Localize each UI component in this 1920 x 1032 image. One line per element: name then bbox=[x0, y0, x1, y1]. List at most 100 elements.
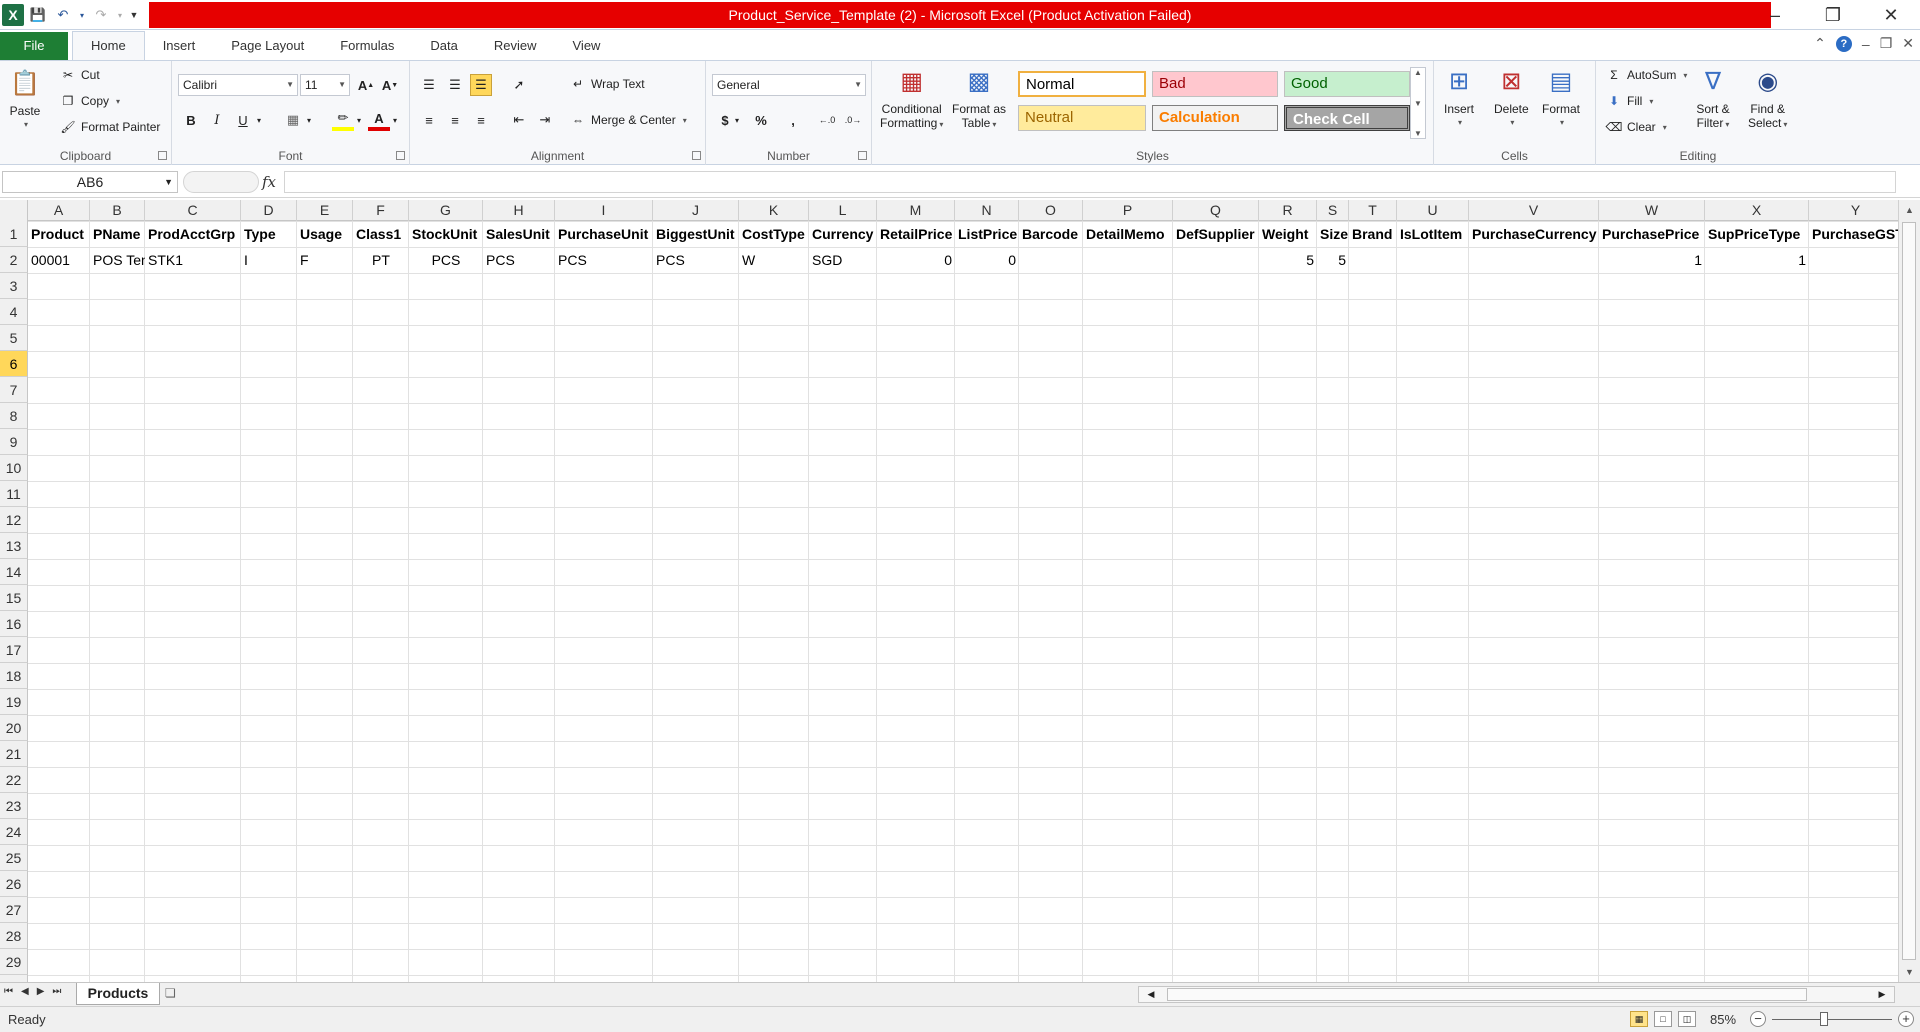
column-header-j[interactable]: J bbox=[653, 200, 739, 221]
gallery-more-icon[interactable]: ▼ bbox=[1414, 129, 1422, 138]
restore-icon[interactable]: ❐ bbox=[1804, 0, 1862, 30]
first-sheet-icon[interactable]: ⏮ bbox=[4, 986, 13, 997]
percent-icon[interactable]: % bbox=[750, 109, 772, 131]
chevron-up-icon[interactable]: ▲ bbox=[1414, 68, 1422, 77]
next-sheet-icon[interactable]: ▶ bbox=[37, 986, 45, 997]
save-icon[interactable]: 💾 bbox=[27, 4, 49, 26]
orientation-icon[interactable]: ➚ bbox=[508, 74, 530, 96]
excel-logo-icon[interactable]: X bbox=[2, 4, 24, 26]
minimize-ribbon-icon[interactable]: ⌃ bbox=[1814, 35, 1826, 52]
column-header-c[interactable]: C bbox=[145, 200, 241, 221]
decrease-indent-icon[interactable]: ⇤ bbox=[508, 109, 530, 131]
increase-indent-icon[interactable]: ⇥ bbox=[534, 109, 556, 131]
customize-qat-icon[interactable]: ▼ bbox=[128, 4, 140, 26]
bold-icon[interactable]: B bbox=[180, 109, 202, 131]
font-color-dropdown-icon[interactable]: ▾ bbox=[390, 109, 400, 131]
scroll-left-icon[interactable]: ◀ bbox=[1143, 987, 1159, 1002]
header-cell-j1[interactable]: BiggestUnit bbox=[653, 221, 739, 247]
shrink-font-icon[interactable]: A ▼ bbox=[379, 74, 401, 96]
header-cell-p1[interactable]: DetailMemo bbox=[1083, 221, 1173, 247]
row-header-28[interactable]: 28 bbox=[0, 923, 28, 949]
column-header-r[interactable]: R bbox=[1259, 200, 1317, 221]
zoom-slider[interactable] bbox=[1772, 1019, 1892, 1020]
zoom-out-icon[interactable]: − bbox=[1750, 1011, 1766, 1027]
row-header-11[interactable]: 11 bbox=[0, 481, 28, 507]
style-good[interactable]: Good bbox=[1284, 71, 1410, 97]
cell-m2[interactable]: 0 bbox=[877, 247, 955, 273]
cell-g2[interactable]: PCS bbox=[409, 247, 483, 273]
minimize-icon[interactable]: – bbox=[1746, 0, 1804, 30]
align-left-icon[interactable]: ≡ bbox=[418, 109, 440, 131]
header-cell-x1[interactable]: SupPriceType bbox=[1705, 221, 1809, 247]
decrease-decimal-icon[interactable]: .0→ bbox=[842, 109, 864, 131]
row-header-1[interactable]: 1 bbox=[0, 221, 28, 247]
align-middle-icon[interactable]: ☰ bbox=[444, 74, 466, 96]
cell-u2[interactable] bbox=[1397, 247, 1469, 273]
header-cell-t1[interactable]: Brand bbox=[1349, 221, 1397, 247]
header-cell-l1[interactable]: Currency bbox=[809, 221, 877, 247]
find-select-button[interactable]: ◉ Find & Select ▾ bbox=[1748, 65, 1787, 132]
tab-data[interactable]: Data bbox=[412, 32, 475, 60]
row-header-25[interactable]: 25 bbox=[0, 845, 28, 871]
alignment-launcher-icon[interactable] bbox=[692, 151, 701, 160]
cell-h2[interactable]: PCS bbox=[483, 247, 555, 273]
name-box[interactable]: AB6 ▼ bbox=[2, 171, 178, 193]
header-cell-c1[interactable]: ProdAcctGrp bbox=[145, 221, 241, 247]
header-cell-q1[interactable]: DefSupplier bbox=[1173, 221, 1259, 247]
column-header-a[interactable]: A bbox=[28, 200, 90, 221]
fill-button[interactable]: ⬇ Fill ▾ bbox=[1606, 93, 1653, 109]
cell-a2[interactable]: 00001 bbox=[28, 247, 90, 273]
header-cell-a1[interactable]: Product bbox=[28, 221, 90, 247]
row-header-27[interactable]: 27 bbox=[0, 897, 28, 923]
header-cell-d1[interactable]: Type bbox=[241, 221, 297, 247]
italic-icon[interactable]: I bbox=[206, 109, 228, 131]
row-header-13[interactable]: 13 bbox=[0, 533, 28, 559]
paste-button[interactable]: 📋 Paste ▾ bbox=[8, 67, 42, 132]
zoom-level[interactable]: 85% bbox=[1710, 1012, 1736, 1027]
currency-dropdown-icon[interactable]: ▾ bbox=[732, 109, 742, 131]
column-header-l[interactable]: L bbox=[809, 200, 877, 221]
font-launcher-icon[interactable] bbox=[396, 151, 405, 160]
redo-dropdown-icon[interactable]: ▾ bbox=[115, 4, 125, 26]
tab-page-layout[interactable]: Page Layout bbox=[213, 32, 322, 60]
horizontal-scroll-thumb[interactable] bbox=[1167, 988, 1807, 1001]
formula-input[interactable] bbox=[284, 171, 1896, 193]
page-break-view-icon[interactable]: ◫ bbox=[1678, 1011, 1696, 1027]
header-cell-b1[interactable]: PName bbox=[90, 221, 145, 247]
cell-d2[interactable]: I bbox=[241, 247, 297, 273]
delete-cells-button[interactable]: ⊠ Delete ▾ bbox=[1494, 65, 1529, 130]
column-header-p[interactable]: P bbox=[1083, 200, 1173, 221]
cell-v2[interactable] bbox=[1469, 247, 1599, 273]
row-header-5[interactable]: 5 bbox=[0, 325, 28, 351]
cell-i2[interactable]: PCS bbox=[555, 247, 653, 273]
header-cell-h1[interactable]: SalesUnit bbox=[483, 221, 555, 247]
workbook-close-icon[interactable]: ✕ bbox=[1902, 35, 1914, 52]
select-all-corner[interactable] bbox=[0, 200, 28, 221]
column-header-h[interactable]: H bbox=[483, 200, 555, 221]
chevron-down-icon[interactable]: ▼ bbox=[1414, 99, 1422, 108]
header-cell-r1[interactable]: Weight bbox=[1259, 221, 1317, 247]
cell-r2[interactable]: 5 bbox=[1259, 247, 1317, 273]
column-header-s[interactable]: S bbox=[1317, 200, 1349, 221]
column-header-y[interactable]: Y bbox=[1809, 200, 1898, 221]
header-cell-m1[interactable]: RetailPrice bbox=[877, 221, 955, 247]
row-header-10[interactable]: 10 bbox=[0, 455, 28, 481]
cell-j2[interactable]: PCS bbox=[653, 247, 739, 273]
cell-p2[interactable] bbox=[1083, 247, 1173, 273]
styles-gallery-scroll[interactable]: ▲ ▼ ▼ bbox=[1410, 67, 1426, 139]
help-icon[interactable]: ? bbox=[1835, 35, 1852, 52]
comma-icon[interactable]: , bbox=[782, 109, 804, 131]
header-cell-s1[interactable]: Size bbox=[1317, 221, 1349, 247]
cell-k2[interactable]: W bbox=[739, 247, 809, 273]
align-center-icon[interactable]: ≡ bbox=[444, 109, 466, 131]
cell-y2[interactable] bbox=[1809, 247, 1898, 273]
column-header-x[interactable]: X bbox=[1705, 200, 1809, 221]
align-right-icon[interactable]: ≡ bbox=[470, 109, 492, 131]
style-bad[interactable]: Bad bbox=[1152, 71, 1278, 97]
cell-l2[interactable]: SGD bbox=[809, 247, 877, 273]
row-header-17[interactable]: 17 bbox=[0, 637, 28, 663]
cell-e2[interactable]: F bbox=[297, 247, 353, 273]
tab-home[interactable]: Home bbox=[72, 31, 145, 60]
underline-icon[interactable]: U bbox=[232, 109, 254, 131]
cell-area[interactable]: Product PName ProdAcctGrp Type Usage Class1 St… bbox=[28, 221, 1898, 982]
